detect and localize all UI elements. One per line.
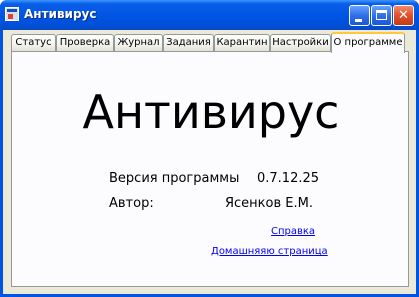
window-title: Антивирус bbox=[24, 7, 97, 21]
tab-tasks[interactable]: Задания bbox=[163, 34, 214, 51]
version-value: 0.7.12.25 bbox=[257, 171, 320, 186]
tab-scan[interactable]: Проверка bbox=[56, 34, 114, 51]
title-bar[interactable]: Антивирус ✕ bbox=[0, 0, 419, 30]
homepage-link[interactable]: Домашняяю страница bbox=[211, 246, 328, 257]
author-value: Ясенков Е.М. bbox=[225, 196, 313, 211]
client-area: Статус Проверка Журнал Задания Карантин … bbox=[3, 30, 416, 294]
close-button[interactable]: ✕ bbox=[393, 5, 414, 26]
tab-settings[interactable]: Настройки bbox=[270, 34, 331, 51]
about-page: Антивирус Версия программы 0.7.12.25 Авт… bbox=[11, 51, 409, 287]
app-name-heading: Антивирус bbox=[82, 85, 340, 139]
tab-log[interactable]: Журнал bbox=[114, 34, 163, 51]
close-icon: ✕ bbox=[398, 8, 409, 23]
maximize-button[interactable] bbox=[371, 5, 392, 26]
app-window: Антивирус ✕ Статус Проверка Журнал Задан… bbox=[0, 0, 419, 297]
minimize-button[interactable] bbox=[349, 5, 370, 26]
tab-status[interactable]: Статус bbox=[11, 34, 56, 51]
author-label: Автор: bbox=[109, 196, 154, 211]
app-icon[interactable] bbox=[5, 7, 19, 21]
tab-about[interactable]: О программе bbox=[331, 32, 405, 53]
tab-quarantine[interactable]: Карантин bbox=[214, 34, 270, 51]
help-link[interactable]: Справка bbox=[271, 226, 315, 237]
version-label: Версия программы bbox=[109, 171, 240, 186]
